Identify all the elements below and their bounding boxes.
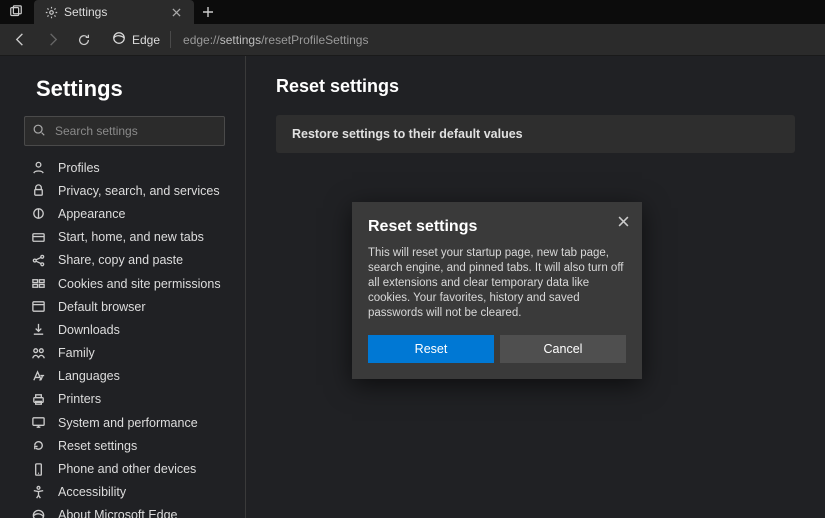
gear-icon <box>44 5 58 19</box>
sidebar-item-printers[interactable]: Printers <box>14 388 235 411</box>
appearance-icon <box>30 206 46 222</box>
download-icon <box>30 322 46 338</box>
sidebar-item-label: Reset settings <box>58 439 137 453</box>
sidebar-item-privacy[interactable]: Privacy, search, and services <box>14 179 235 202</box>
site-brand-label: Edge <box>132 33 160 47</box>
tab-actions-icon[interactable] <box>0 5 32 19</box>
search-input[interactable] <box>24 116 225 146</box>
sidebar-nav: Profiles Privacy, search, and services A… <box>14 156 235 518</box>
edge-logo-icon <box>112 31 126 48</box>
sidebar-item-start[interactable]: Start, home, and new tabs <box>14 226 235 249</box>
window-titlebar: Settings <box>0 0 825 24</box>
new-tab-button[interactable] <box>194 6 222 18</box>
sidebar-item-languages[interactable]: Languages <box>14 365 235 388</box>
browser-toolbar: Edge edge://settings/resetProfileSetting… <box>0 24 825 56</box>
restore-defaults-card[interactable]: Restore settings to their default values <box>276 115 795 153</box>
search-icon <box>32 123 46 142</box>
sidebar-item-label: Share, copy and paste <box>58 253 183 267</box>
family-icon <box>30 345 46 361</box>
sidebar-item-label: Privacy, search, and services <box>58 184 220 198</box>
sidebar-item-label: Printers <box>58 392 101 406</box>
profile-icon <box>30 160 46 176</box>
sidebar-item-phone[interactable]: Phone and other devices <box>14 457 235 480</box>
reset-icon <box>30 438 46 454</box>
sidebar-item-label: Cookies and site permissions <box>58 277 221 291</box>
reset-button[interactable]: Reset <box>368 335 494 363</box>
cancel-button[interactable]: Cancel <box>500 335 626 363</box>
sidebar-item-downloads[interactable]: Downloads <box>14 318 235 341</box>
permissions-icon <box>30 276 46 292</box>
reset-settings-dialog: Reset settings This will reset your star… <box>352 202 642 379</box>
page-title: Reset settings <box>276 76 795 97</box>
tab-close-icon[interactable] <box>168 4 184 20</box>
share-icon <box>30 252 46 268</box>
sidebar-item-label: Appearance <box>58 207 125 221</box>
sidebar-item-cookies[interactable]: Cookies and site permissions <box>14 272 235 295</box>
printer-icon <box>30 391 46 407</box>
dialog-actions: Reset Cancel <box>368 335 626 363</box>
sidebar-item-about[interactable]: About Microsoft Edge <box>14 504 235 518</box>
languages-icon <box>30 368 46 384</box>
sidebar-item-default-browser[interactable]: Default browser <box>14 295 235 318</box>
sidebar-title: Settings <box>36 76 229 102</box>
sidebar-item-label: Profiles <box>58 161 100 175</box>
sidebar-item-label: Start, home, and new tabs <box>58 230 204 244</box>
site-identity[interactable]: Edge <box>106 31 171 48</box>
sidebar-item-label: About Microsoft Edge <box>58 508 178 518</box>
dialog-title: Reset settings <box>368 218 626 236</box>
sidebar-item-label: Phone and other devices <box>58 462 196 476</box>
sidebar-item-family[interactable]: Family <box>14 342 235 365</box>
sidebar-item-profiles[interactable]: Profiles <box>14 156 235 179</box>
tabs-icon <box>30 229 46 245</box>
settings-sidebar: Settings Profiles Privacy, search, and s… <box>0 56 246 518</box>
tab-title: Settings <box>64 5 162 19</box>
refresh-button[interactable] <box>70 26 98 54</box>
dialog-close-button[interactable] <box>614 212 632 230</box>
sidebar-item-system[interactable]: System and performance <box>14 411 235 434</box>
browser-icon <box>30 299 46 315</box>
dialog-body: This will reset your startup page, new t… <box>368 246 626 321</box>
sidebar-item-accessibility[interactable]: Accessibility <box>14 481 235 504</box>
sidebar-item-label: Family <box>58 346 95 360</box>
system-icon <box>30 415 46 431</box>
sidebar-item-reset[interactable]: Reset settings <box>14 434 235 457</box>
sidebar-item-share[interactable]: Share, copy and paste <box>14 249 235 272</box>
card-label: Restore settings to their default values <box>292 127 523 141</box>
sidebar-item-appearance[interactable]: Appearance <box>14 202 235 225</box>
sidebar-item-label: System and performance <box>58 416 198 430</box>
lock-icon <box>30 183 46 199</box>
accessibility-icon <box>30 484 46 500</box>
phone-icon <box>30 461 46 477</box>
sidebar-search <box>24 116 225 146</box>
sidebar-item-label: Accessibility <box>58 485 126 499</box>
edge-icon <box>30 507 46 518</box>
browser-tab[interactable]: Settings <box>34 0 194 24</box>
back-button[interactable] <box>6 26 34 54</box>
sidebar-item-label: Downloads <box>58 323 120 337</box>
sidebar-item-label: Languages <box>58 369 120 383</box>
sidebar-item-label: Default browser <box>58 300 146 314</box>
url-text: edge://settings/resetProfileSettings <box>177 33 368 47</box>
forward-button[interactable] <box>38 26 66 54</box>
address-bar[interactable]: Edge edge://settings/resetProfileSetting… <box>106 26 819 54</box>
